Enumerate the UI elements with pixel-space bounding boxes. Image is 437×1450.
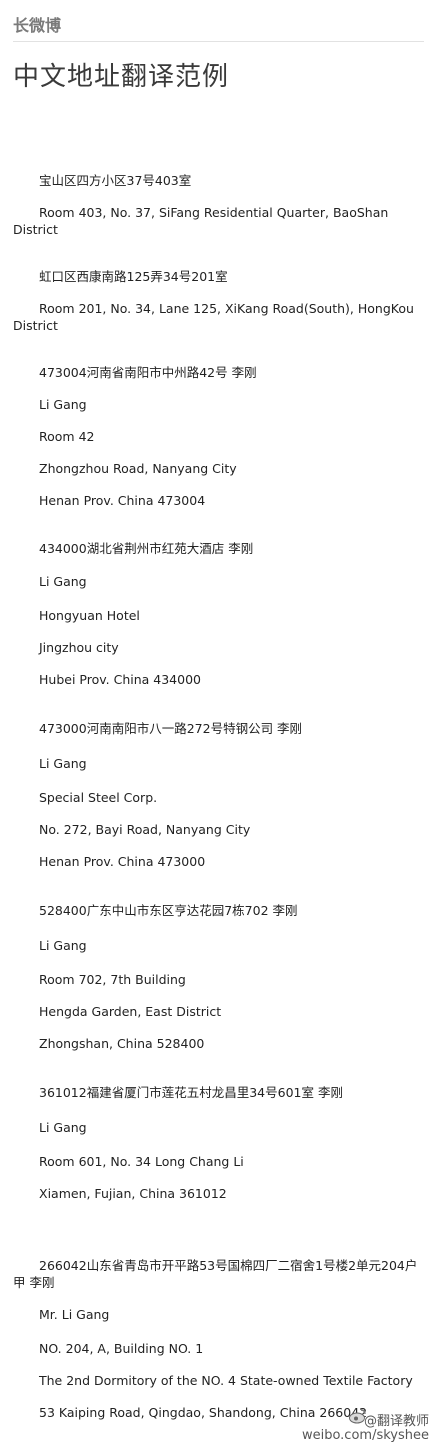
address-line: 宝山区四方小区37号403室 xyxy=(39,173,192,188)
address-line: NO. 204, A, Building NO. 1 xyxy=(39,1341,204,1356)
address-line: Li Gang xyxy=(39,574,87,589)
watermark-url: weibo.com/skyshee xyxy=(301,1428,429,1443)
address-line: Room 601, No. 34 Long Chang Li xyxy=(39,1154,244,1169)
address-line: 266042山东省青岛市开平路53号国棉四厂二宿舍1号楼2单元204户甲 李刚 xyxy=(13,1258,418,1290)
address-line: Zhongshan, China 528400 xyxy=(39,1036,205,1051)
address-line: 361012福建省厦门市莲花五村龙昌里34号601室 李刚 xyxy=(39,1085,343,1100)
address-line: Jingzhou city xyxy=(39,640,119,655)
address-line: Room 42 xyxy=(39,429,95,444)
address-line: Xiamen, Fujian, China 361012 xyxy=(39,1186,227,1201)
address-line: No. 272, Bayi Road, Nanyang City xyxy=(39,822,251,837)
address-line: Li Gang xyxy=(39,756,87,771)
address-line: Hengda Garden, East District xyxy=(39,1004,222,1019)
address-line: 434000湖北省荆州市红苑大酒店 李刚 xyxy=(39,541,254,556)
header-divider xyxy=(13,41,424,42)
page-title: 中文地址翻译范例 xyxy=(13,62,230,92)
watermark-username: @翻译教师 xyxy=(363,1414,429,1429)
address-line: Henan Prov. China 473004 xyxy=(39,493,206,508)
address-line: Room 403, No. 37, SiFang Residential Qua… xyxy=(13,205,389,237)
address-line: Mr. Li Gang xyxy=(39,1307,110,1322)
app-header-label: 长微博 xyxy=(13,16,62,35)
address-line: 473004河南省南阳市中州路42号 李刚 xyxy=(39,365,257,380)
address-line: Special Steel Corp. xyxy=(39,790,158,805)
address-line: The 2nd Dormitory of the NO. 4 State-own… xyxy=(39,1373,413,1388)
address-line: Li Gang xyxy=(39,938,87,953)
address-line: 528400广东中山市东区亨达花园7栋702 李刚 xyxy=(39,903,298,918)
address-line: Hongyuan Hotel xyxy=(39,608,140,623)
address-line: Room 702, 7th Building xyxy=(39,972,186,987)
address-line: Li Gang xyxy=(39,1120,87,1135)
address-line: Room 201, No. 34, Lane 125, XiKang Road(… xyxy=(13,301,414,333)
address-line: Zhongzhou Road, Nanyang City xyxy=(39,461,237,476)
address-line: Li Gang xyxy=(39,397,87,412)
address-line: Hubei Prov. China 434000 xyxy=(39,672,201,687)
address-line: Henan Prov. China 473000 xyxy=(39,854,206,869)
address-line: 473000河南南阳市八一路272号特钢公司 李刚 xyxy=(39,721,303,736)
address-line: 虹口区西康南路125弄34号201室 xyxy=(39,269,228,284)
